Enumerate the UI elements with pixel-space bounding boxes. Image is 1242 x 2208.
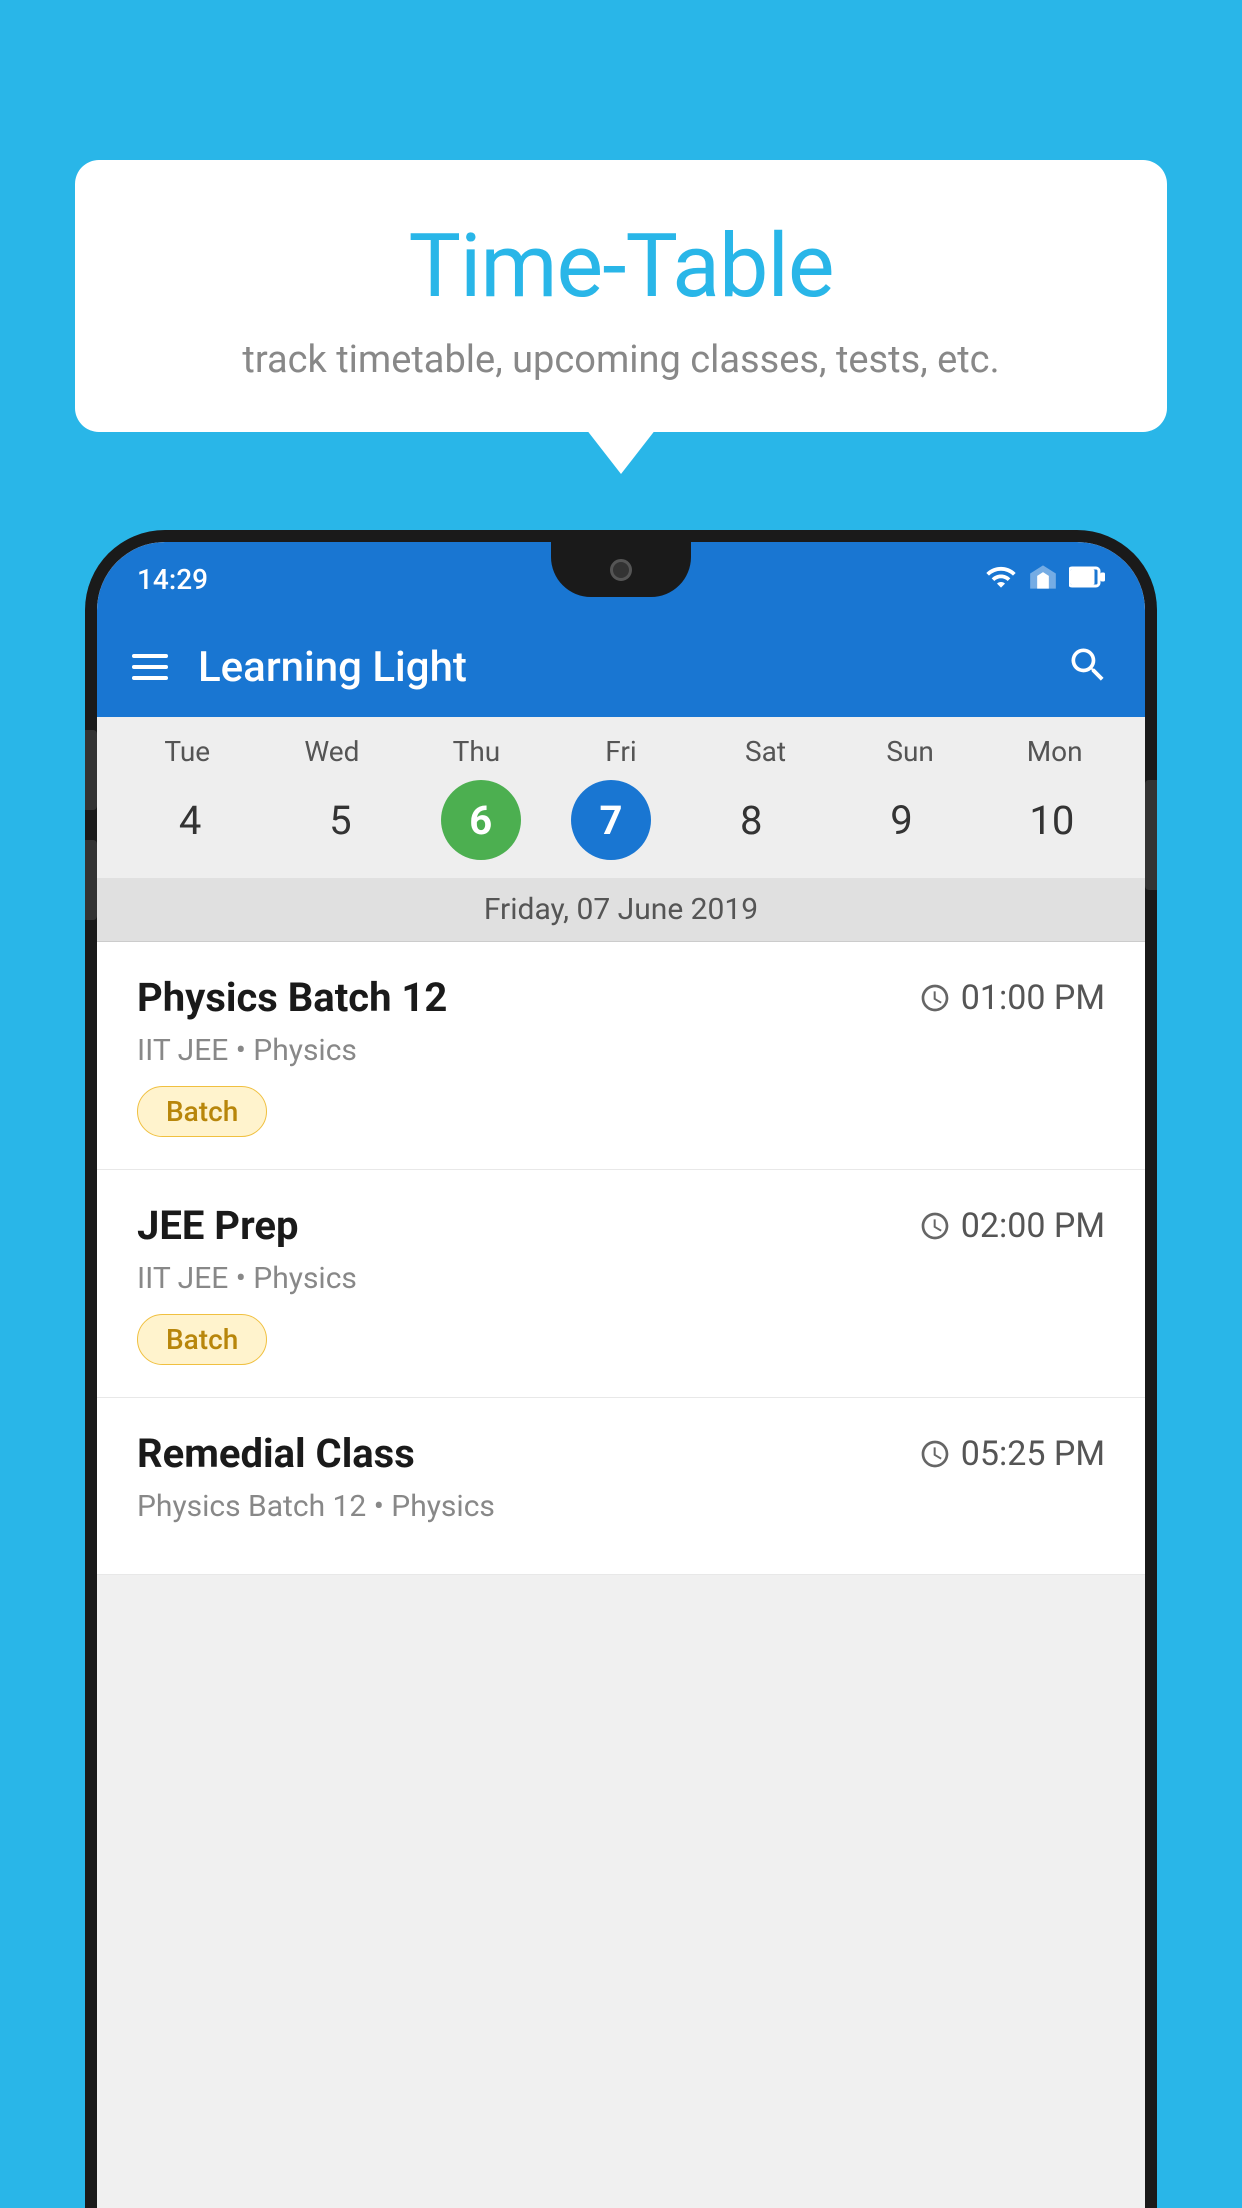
menu-icon[interactable] bbox=[132, 654, 168, 680]
class-item-header-0: Physics Batch 12 01:00 PM bbox=[137, 974, 1105, 1021]
phone-frame: 14:29 bbox=[85, 530, 1157, 2208]
day-name-sun: Sun bbox=[860, 735, 960, 768]
class-item-0[interactable]: Physics Batch 12 01:00 PM IIT JEE • Phys… bbox=[97, 942, 1145, 1170]
class-item-1[interactable]: JEE Prep 02:00 PM IIT JEE • Physics Batc… bbox=[97, 1170, 1145, 1398]
selected-date-label: Friday, 07 June 2019 bbox=[97, 878, 1145, 942]
day-name-tue: Tue bbox=[137, 735, 237, 768]
power-button bbox=[1145, 780, 1157, 890]
day-numbers: 456789 10 bbox=[97, 780, 1145, 878]
app-toolbar: Learning Light bbox=[97, 617, 1145, 717]
calendar-strip: Tue Wed Thu Fri Sat Sun Mon 456789 10 Friday, 0… bbox=[97, 717, 1145, 942]
day-headers: Tue Wed Thu Fri Sat Sun Mon bbox=[97, 735, 1145, 780]
front-camera bbox=[610, 559, 632, 581]
app-title: Time-Table bbox=[135, 215, 1107, 318]
status-icons bbox=[985, 561, 1105, 599]
day-name-wed: Wed bbox=[282, 735, 382, 768]
class-name-0: Physics Batch 12 bbox=[137, 974, 447, 1021]
day-num-10[interactable]: 10 bbox=[1002, 780, 1102, 860]
day-num-4[interactable]: 4 bbox=[140, 780, 240, 860]
batch-badge-0: Batch bbox=[137, 1086, 267, 1137]
battery-icon bbox=[1069, 561, 1105, 599]
search-icon[interactable] bbox=[1066, 643, 1110, 691]
vol-up-button bbox=[85, 730, 97, 810]
day-num-5[interactable]: 5 bbox=[290, 780, 390, 860]
day-name-thu: Thu bbox=[426, 735, 526, 768]
class-list: Physics Batch 12 01:00 PM IIT JEE • Phys… bbox=[97, 942, 1145, 1575]
class-time-1: 02:00 PM bbox=[919, 1206, 1105, 1246]
app-subtitle: track timetable, upcoming classes, tests… bbox=[135, 338, 1107, 382]
wifi-icon bbox=[985, 561, 1017, 599]
status-bar: 14:29 bbox=[97, 542, 1145, 617]
batch-badge-1: Batch bbox=[137, 1314, 267, 1365]
class-time-2: 05:25 PM bbox=[919, 1434, 1105, 1474]
day-num-7[interactable]: 7 bbox=[571, 780, 651, 860]
day-num-8[interactable]: 8 bbox=[701, 780, 801, 860]
class-meta-2: Physics Batch 12 • Physics bbox=[137, 1489, 1105, 1524]
class-item-header-2: Remedial Class 05:25 PM bbox=[137, 1430, 1105, 1477]
vol-down-button bbox=[85, 840, 97, 920]
notch bbox=[551, 542, 691, 597]
day-name-sat: Sat bbox=[716, 735, 816, 768]
day-num-9[interactable]: 9 bbox=[852, 780, 952, 860]
day-name-fri: Fri bbox=[571, 735, 671, 768]
class-meta-1: IIT JEE • Physics bbox=[137, 1261, 1105, 1296]
class-meta-0: IIT JEE • Physics bbox=[137, 1033, 1105, 1068]
class-time-0: 01:00 PM bbox=[919, 978, 1105, 1018]
phone-screen: 14:29 bbox=[97, 542, 1145, 2208]
day-num-6[interactable]: 6 bbox=[441, 780, 521, 860]
status-time: 14:29 bbox=[137, 563, 208, 596]
class-item-2[interactable]: Remedial Class 05:25 PM Physics Batch 12… bbox=[97, 1398, 1145, 1575]
day-name-mon: Mon bbox=[1005, 735, 1105, 768]
class-name-1: JEE Prep bbox=[137, 1202, 298, 1249]
speech-bubble: Time-Table track timetable, upcoming cla… bbox=[75, 160, 1167, 432]
toolbar-title: Learning Light bbox=[198, 643, 1066, 692]
speech-bubble-container: Time-Table track timetable, upcoming cla… bbox=[75, 160, 1167, 432]
class-item-header-1: JEE Prep 02:00 PM bbox=[137, 1202, 1105, 1249]
signal-icon bbox=[1029, 561, 1057, 599]
class-name-2: Remedial Class bbox=[137, 1430, 415, 1477]
